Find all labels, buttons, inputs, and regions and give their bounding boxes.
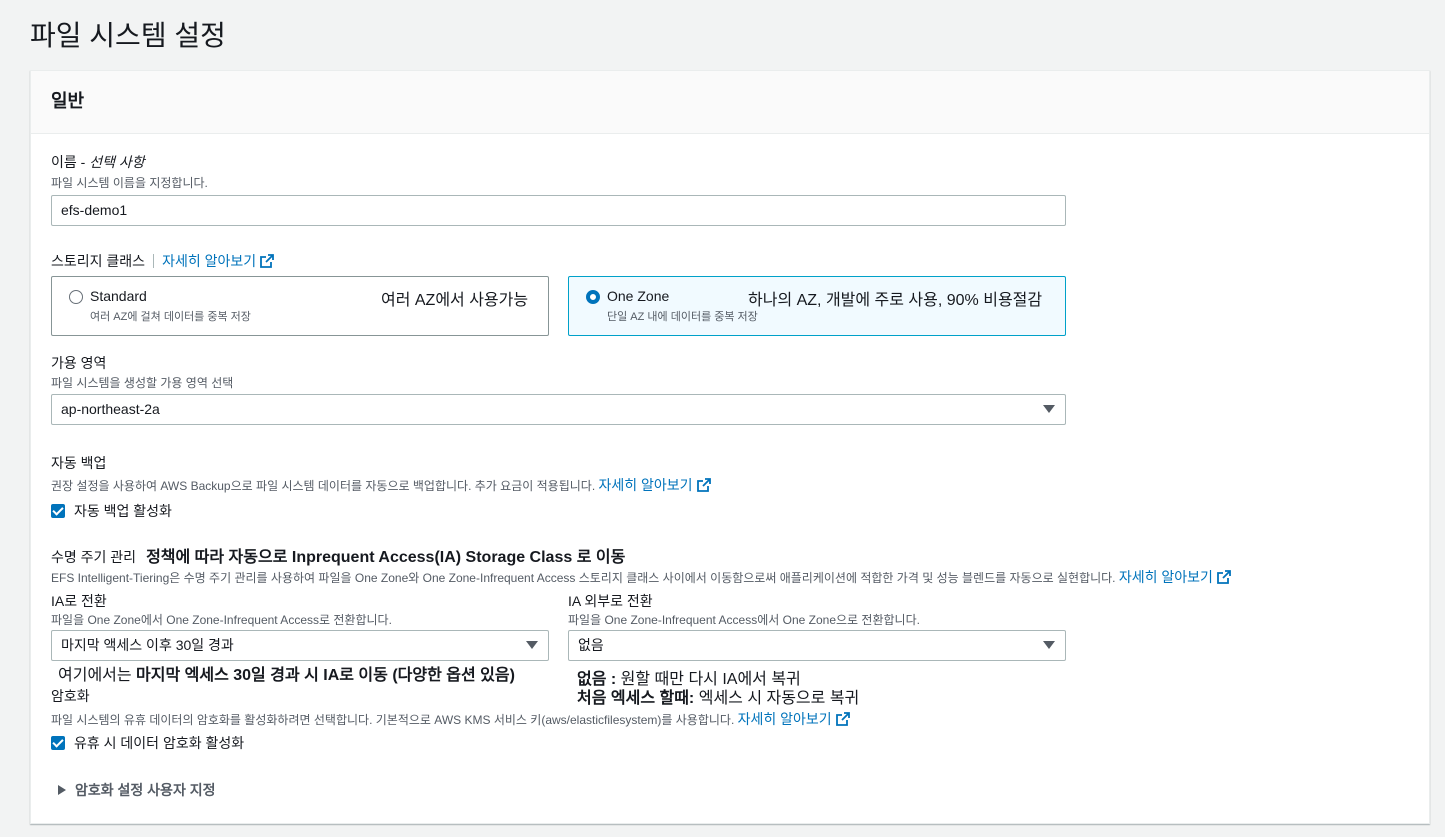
- availability-zone-description: 파일 시스템을 생성할 가용 영역 선택: [51, 376, 234, 390]
- storage-option-one-zone[interactable]: One Zone 단일 AZ 내에 데이터를 중복 저장 하나의 AZ, 개발에…: [568, 276, 1066, 336]
- panel-title: 일반: [51, 91, 85, 111]
- one-zone-radio[interactable]: [586, 290, 600, 304]
- lifecycle-label-row: 수명 주기 관리 정책에 따라 자동으로 Inprequent Access(I…: [51, 543, 625, 567]
- backup-checkbox-label: 자동 백업 활성화: [74, 503, 172, 519]
- storage-class-learn-more-link[interactable]: 자세히 알아보기: [162, 253, 256, 269]
- storage-class-label-row: 스토리지 클래스 자세히 알아보기: [51, 251, 275, 271]
- to-ia-label: IA로 전환: [51, 593, 107, 609]
- name-label: 이름 - 선택 사항: [51, 154, 145, 170]
- backup-checkbox-row[interactable]: 자동 백업 활성화: [51, 501, 172, 521]
- encryption-learn-more-link[interactable]: 자세히 알아보기: [738, 711, 832, 727]
- availability-zone-select[interactable]: ap-northeast-2a: [51, 394, 1066, 425]
- one-zone-description: 단일 AZ 내에 데이터를 중복 저장: [607, 311, 758, 323]
- standard-description: 여러 AZ에 걸쳐 데이터를 중복 저장: [90, 311, 251, 323]
- out-of-ia-value: 없음: [568, 630, 1066, 661]
- custom-encryption-label: 암호화 설정 사용자 지정: [75, 782, 216, 798]
- availability-zone-value: ap-northeast-2a: [51, 394, 1066, 425]
- caret-down-icon: [1043, 641, 1055, 649]
- caret-right-icon: [58, 785, 66, 795]
- name-input[interactable]: efs-demo1: [51, 195, 1066, 226]
- to-ia-value: 마지막 액세스 이후 30일 경과: [51, 630, 549, 661]
- lifecycle-learn-more-link[interactable]: 자세히 알아보기: [1119, 569, 1213, 585]
- caret-down-icon: [1043, 405, 1055, 413]
- out-of-ia-note-2: 처음 엑세스 할때: 엑세스 시 자동으로 복귀: [577, 690, 860, 707]
- out-of-ia-label: IA 외부로 전환: [568, 593, 653, 609]
- lifecycle-label: 수명 주기 관리: [51, 549, 137, 565]
- encryption-checkbox-label: 유휴 시 데이터 암호화 활성화: [74, 735, 245, 751]
- backup-description-row: 권장 설정을 사용하여 AWS Backup으로 파일 시스템 데이터를 자동으…: [51, 475, 711, 495]
- to-ia-description: 파일을 One Zone에서 One Zone-Infrequent Acces…: [51, 613, 392, 627]
- divider: [153, 254, 155, 268]
- encryption-label: 암호화: [51, 688, 90, 704]
- panel-header: 일반: [31, 71, 1429, 134]
- lifecycle-annotation: 정책에 따라 자동으로 Inprequent Access(IA) Storag…: [146, 549, 626, 566]
- caret-down-icon: [526, 641, 538, 649]
- lifecycle-description-row: EFS Intelligent-Tiering은 수명 주기 관리를 사용하여 …: [51, 567, 1231, 587]
- encryption-description: 파일 시스템의 유휴 데이터의 암호화를 활성화하려면 선택합니다. 기본적으로…: [51, 713, 735, 727]
- storage-option-standard[interactable]: Standard 여러 AZ에 걸쳐 데이터를 중복 저장 여러 AZ에서 사용…: [51, 276, 549, 336]
- standard-note: 여러 AZ에서 사용가능: [381, 292, 529, 309]
- general-panel: 일반 이름 - 선택 사항 파일 시스템 이름을 지정합니다. efs-demo…: [30, 70, 1430, 824]
- external-link-icon: [835, 712, 850, 726]
- lifecycle-description: EFS Intelligent-Tiering은 수명 주기 관리를 사용하여 …: [51, 571, 1116, 585]
- availability-zone-label: 가용 영역: [51, 355, 107, 371]
- out-of-ia-description: 파일을 One Zone-Infrequent Access에서 One Zon…: [568, 613, 920, 627]
- external-link-icon: [696, 478, 711, 492]
- external-link-icon: [1217, 570, 1231, 584]
- encryption-description-row: 파일 시스템의 유휴 데이터의 암호화를 활성화하려면 선택합니다. 기본적으로…: [51, 709, 850, 729]
- encryption-checkbox-row[interactable]: 유휴 시 데이터 암호화 활성화: [51, 733, 244, 753]
- storage-class-label: 스토리지 클래스: [51, 253, 146, 269]
- custom-encryption-expander[interactable]: 암호화 설정 사용자 지정: [58, 780, 215, 800]
- name-description: 파일 시스템 이름을 지정합니다.: [51, 176, 208, 190]
- encryption-checkbox[interactable]: [51, 736, 65, 750]
- out-of-ia-select[interactable]: 없음: [568, 630, 1066, 661]
- one-zone-note: 하나의 AZ, 개발에 주로 사용, 90% 비용절감: [748, 292, 1043, 309]
- optional-label: 선택 사항: [89, 154, 145, 170]
- to-ia-note: 여기에서는 마지막 엑세스 30일 경과 시 IA로 이동 (다양한 옵션 있음…: [58, 667, 515, 684]
- backup-label: 자동 백업: [51, 455, 107, 471]
- page-title: 파일 시스템 설정: [30, 20, 226, 51]
- to-ia-select[interactable]: 마지막 액세스 이후 30일 경과: [51, 630, 549, 661]
- one-zone-title: One Zone: [607, 288, 670, 304]
- standard-title: Standard: [90, 288, 147, 304]
- backup-checkbox[interactable]: [51, 504, 65, 518]
- backup-learn-more-link[interactable]: 자세히 알아보기: [599, 477, 693, 493]
- standard-radio[interactable]: [69, 290, 83, 304]
- backup-description: 권장 설정을 사용하여 AWS Backup으로 파일 시스템 데이터를 자동으…: [51, 479, 596, 493]
- external-link-icon: [260, 254, 275, 268]
